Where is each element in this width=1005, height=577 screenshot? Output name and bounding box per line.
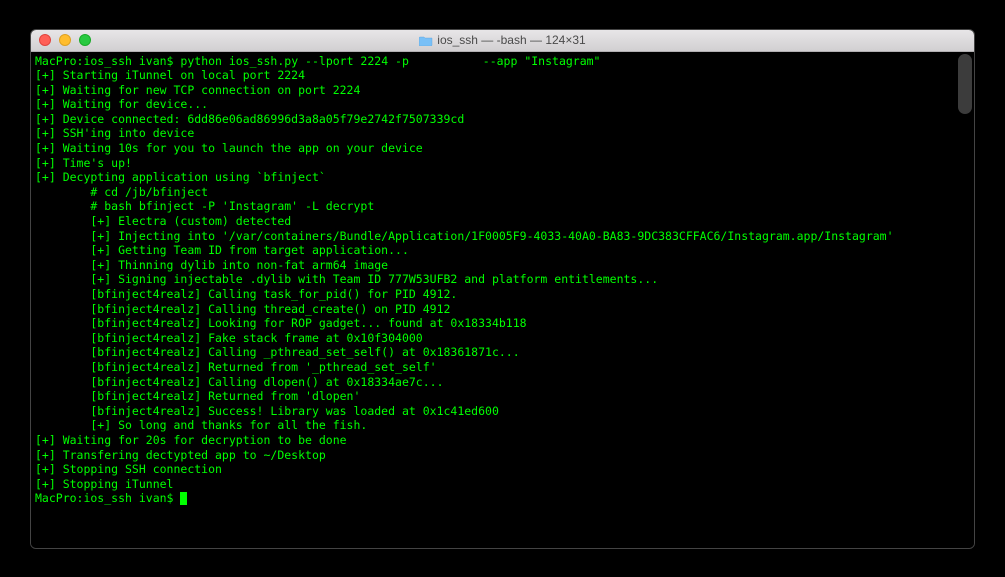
prompt-line-2: MacPro:ios_ssh ivan$ — [35, 491, 970, 506]
output-line: # bash bfinject -P 'Instagram' -L decryp… — [35, 199, 970, 214]
close-icon[interactable] — [39, 34, 51, 46]
output-line: [bfinject4realz] Calling thread_create()… — [35, 302, 970, 317]
output-line: [bfinject4realz] Success! Library was lo… — [35, 404, 970, 419]
output-line: [+] Waiting for 20s for decryption to be… — [35, 433, 970, 448]
output-line: [+] Waiting for device... — [35, 97, 970, 112]
output-line: [+] Transfering dectypted app to ~/Deskt… — [35, 448, 970, 463]
output-line: [+] Waiting for new TCP connection on po… — [35, 83, 970, 98]
terminal-window: ios_ssh — -bash — 124×31 MacPro:ios_ssh … — [30, 29, 975, 549]
output-line: [bfinject4realz] Returned from 'dlopen' — [35, 389, 970, 404]
output-line: # cd /jb/bfinject — [35, 185, 970, 200]
output-line: [+] SSH'ing into device — [35, 126, 970, 141]
prompt-host-2: MacPro:ios_ssh ivan$ — [35, 491, 173, 505]
output-line: [bfinject4realz] Fake stack frame at 0x1… — [35, 331, 970, 346]
output-line: [+] Stopping iTunnel — [35, 477, 970, 492]
traffic-lights — [31, 34, 91, 46]
output-line: [bfinject4realz] Calling _pthread_set_se… — [35, 345, 970, 360]
output-line: [+] Starting iTunnel on local port 2224 — [35, 68, 970, 83]
titlebar[interactable]: ios_ssh — -bash — 124×31 — [31, 30, 974, 52]
output-line: [bfinject4realz] Returned from '_pthread… — [35, 360, 970, 375]
output-line: [+] Signing injectable .dylib with Team … — [35, 272, 970, 287]
output-line: [+] Electra (custom) detected — [35, 214, 970, 229]
folder-icon — [419, 35, 433, 46]
output-lines: [+] Starting iTunnel on local port 2224[… — [35, 68, 970, 491]
command-tail: --app "Instagram" — [483, 54, 601, 68]
output-line: [+] Injecting into '/var/containers/Bund… — [35, 229, 970, 244]
output-line: [+] Decypting application using `bfinjec… — [35, 170, 970, 185]
output-line: [+] Time's up! — [35, 156, 970, 171]
maximize-icon[interactable] — [79, 34, 91, 46]
minimize-icon[interactable] — [59, 34, 71, 46]
window-title: ios_ssh — -bash — 124×31 — [31, 33, 974, 47]
output-line: [bfinject4realz] Calling dlopen() at 0x1… — [35, 375, 970, 390]
terminal-body[interactable]: MacPro:ios_ssh ivan$ python ios_ssh.py -… — [31, 52, 974, 548]
redacted-password — [416, 55, 476, 67]
output-line: [+] Device connected: 6dd86e06ad86996d3a… — [35, 112, 970, 127]
window-title-text: ios_ssh — -bash — 124×31 — [437, 33, 585, 47]
prompt-host: MacPro:ios_ssh ivan$ — [35, 54, 173, 68]
output-line: [bfinject4realz] Looking for ROP gadget.… — [35, 316, 970, 331]
output-line: [+] Stopping SSH connection — [35, 462, 970, 477]
command-text: python ios_ssh.py --lport 2224 -p — [180, 54, 408, 68]
scrollbar[interactable] — [958, 54, 972, 114]
output-line: [+] Thinning dylib into non-fat arm64 im… — [35, 258, 970, 273]
prompt-line: MacPro:ios_ssh ivan$ python ios_ssh.py -… — [35, 54, 970, 69]
cursor-icon — [180, 492, 187, 505]
output-line: [+] Getting Team ID from target applicat… — [35, 243, 970, 258]
output-line: [bfinject4realz] Calling task_for_pid() … — [35, 287, 970, 302]
output-line: [+] So long and thanks for all the fish. — [35, 418, 970, 433]
output-line: [+] Waiting 10s for you to launch the ap… — [35, 141, 970, 156]
